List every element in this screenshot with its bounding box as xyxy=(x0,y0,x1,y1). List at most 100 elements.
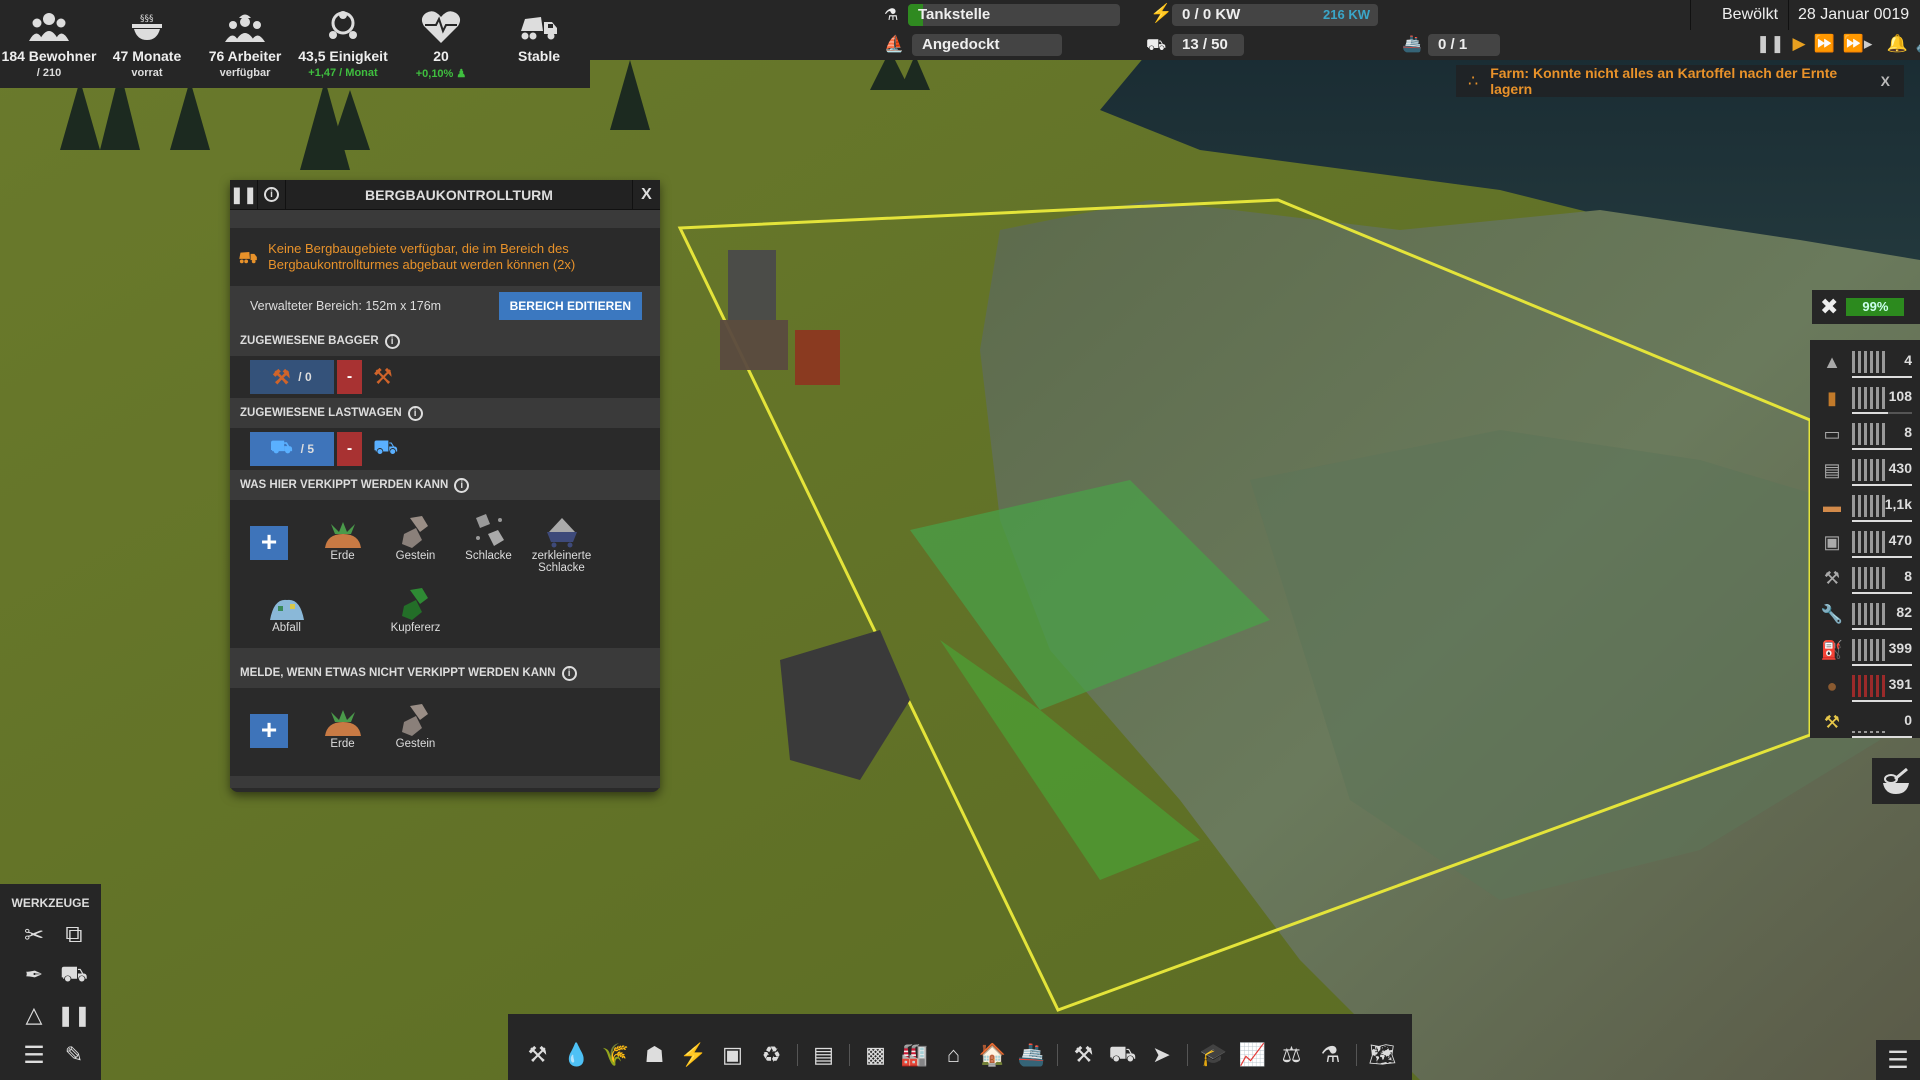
resource-item[interactable]: 🔧 82 xyxy=(1810,596,1920,632)
mining-tower-panel: ❚❚ i BERGBAUKONTROLLTURM X Keine Bergbau… xyxy=(230,179,660,792)
pause-select-icon[interactable]: ❚❚ xyxy=(54,998,94,1032)
policies-scale-icon[interactable]: ⚖ xyxy=(1272,1036,1311,1074)
stat-transport[interactable]: Stable xyxy=(490,0,588,88)
info-icon[interactable]: i xyxy=(384,333,400,349)
pouring-icon[interactable]: ☗ xyxy=(635,1036,674,1074)
info-button[interactable]: i xyxy=(258,179,286,210)
excavator-count-button[interactable]: ⚒ / 0 xyxy=(250,360,334,394)
fast-forward-icon[interactable]: ⏩ xyxy=(1814,34,1835,54)
map-icon[interactable]: 🗺 xyxy=(1363,1036,1402,1074)
storage-icon[interactable]: ▩ xyxy=(856,1036,895,1074)
stat-workers[interactable]: 76 Arbeiter verfügbar xyxy=(196,0,294,88)
add-truck-icon[interactable]: ⛟ xyxy=(373,437,398,462)
factory-icon[interactable]: 🏭 xyxy=(895,1036,934,1074)
product-slag[interactable]: Schlacke xyxy=(452,512,525,574)
power-status[interactable]: 0 / 0 KW 216 KW xyxy=(1172,4,1378,26)
cooking-bowl-button[interactable] xyxy=(1872,758,1920,804)
resource-item[interactable]: ▬ 1,1k xyxy=(1810,488,1920,524)
health-change: +0,10% xyxy=(415,68,454,80)
layers-icon[interactable]: ☰ xyxy=(14,1038,54,1072)
truck-count: / 5 xyxy=(300,442,314,456)
resource-item[interactable]: ▮ 108 xyxy=(1810,380,1920,416)
garage-icon[interactable]: ⌂ xyxy=(934,1036,973,1074)
truck-count[interactable]: 13 / 50 xyxy=(1172,34,1244,56)
product-dirt[interactable]: Erde xyxy=(306,512,379,574)
fastest-forward-icon[interactable]: ⏩▸ xyxy=(1843,34,1873,54)
resource-item[interactable]: ⚒ 8 xyxy=(1810,560,1920,596)
info-icon[interactable]: i xyxy=(454,477,470,493)
food-bowl-icon: §§§ xyxy=(130,12,164,42)
stat-unity[interactable]: 43,5 Einigkeit +1,47 / Monat xyxy=(294,0,392,88)
recycling-icon[interactable]: ♻ xyxy=(752,1036,791,1074)
add-dump-product-button[interactable]: + xyxy=(250,526,288,560)
oil-barrel-icon[interactable]: ▣ xyxy=(713,1036,752,1074)
panel-close-button[interactable]: X xyxy=(632,179,660,210)
play-icon[interactable]: ▶ xyxy=(1793,34,1806,54)
pause-icon[interactable]: ❚❚ xyxy=(1756,34,1785,54)
section-title: ZUGEWIESENE LASTWAGEN xyxy=(240,407,402,419)
ship-count[interactable]: 0 / 1 xyxy=(1428,34,1500,56)
ship-status[interactable]: Angedockt xyxy=(912,34,1062,56)
mining-icon[interactable]: ⚒ xyxy=(518,1036,557,1074)
add-excavator-icon[interactable]: ⚒ xyxy=(373,364,393,390)
cut-selection-icon[interactable]: ✂ xyxy=(14,918,54,952)
info-icon[interactable]: i xyxy=(561,665,577,681)
product-copper-ore[interactable]: Kupfererz xyxy=(379,584,452,634)
bulldozer-icon[interactable]: ⛟ xyxy=(54,958,94,992)
info-icon[interactable]: i xyxy=(407,405,423,421)
resource-item[interactable]: ▲ 4 xyxy=(1810,344,1920,380)
product-crushed-slag[interactable]: zerkleinerte Schlacke xyxy=(525,512,598,574)
housing-icon[interactable]: 🏠 xyxy=(973,1036,1012,1074)
resource-level-bar xyxy=(1852,664,1912,666)
product-rock[interactable]: Gestein xyxy=(379,512,452,574)
pause-building-button[interactable]: ❚❚ xyxy=(230,179,258,210)
main-menu-button[interactable]: ☰ xyxy=(1876,1040,1920,1080)
remove-truck-button[interactable]: - xyxy=(337,432,362,466)
power-icon[interactable]: ⚡ xyxy=(674,1036,713,1074)
health-heart-icon xyxy=(421,11,461,43)
resource-level-bar xyxy=(1852,700,1912,702)
excavator-build-icon[interactable]: ⚒ xyxy=(1064,1036,1103,1074)
statistics-icon[interactable]: 📈 xyxy=(1233,1036,1272,1074)
resource-item[interactable]: ▭ 8 xyxy=(1810,416,1920,452)
maintenance-status[interactable]: ✖ 99% xyxy=(1812,290,1920,324)
resource-item[interactable]: ▣ 470 xyxy=(1810,524,1920,560)
research-progress[interactable]: Tankstelle xyxy=(908,4,1120,26)
ship-build-icon[interactable]: 🚢 xyxy=(1012,1036,1051,1074)
section-trucks: ZUGEWIESENE LASTWAGEN i xyxy=(230,398,660,428)
sound-icon[interactable]: 🔈 xyxy=(1916,34,1920,54)
product-rock[interactable]: Gestein xyxy=(379,700,452,750)
stat-food[interactable]: §§§ 47 Monate vorrat xyxy=(98,0,196,88)
section-dump-products: WAS HIER VERKIPPT WERDEN KANN i xyxy=(230,470,660,500)
truck-count-button[interactable]: ⛟ / 5 xyxy=(250,432,334,466)
rock-icon xyxy=(400,512,432,548)
resource-level-bar xyxy=(1852,556,1912,558)
farming-icon[interactable]: 🌾 xyxy=(596,1036,635,1074)
truck-count-label: 13 / 50 xyxy=(1182,36,1228,53)
remove-excavator-button[interactable]: - xyxy=(337,360,362,394)
product-waste[interactable]: Abfall xyxy=(250,584,323,634)
notification-toast[interactable]: ∴ Farm: Konnte nicht alles an Kartoffel … xyxy=(1456,65,1904,97)
product-dirt[interactable]: Erde xyxy=(306,700,379,750)
eyedropper-icon[interactable]: ✒ xyxy=(14,958,54,992)
rocket-icon[interactable]: ➤ xyxy=(1142,1036,1181,1074)
resource-item[interactable]: ● 391 xyxy=(1810,668,1920,704)
education-icon[interactable]: 🎓 xyxy=(1194,1036,1233,1074)
conveyor-icon[interactable]: ▤ xyxy=(804,1036,843,1074)
add-notify-product-button[interactable]: + xyxy=(250,714,288,748)
panel-header: ❚❚ i BERGBAUKONTROLLTURM X xyxy=(230,179,660,210)
resource-item[interactable]: ⚒ 0 xyxy=(1810,704,1920,740)
stat-health[interactable]: 20 +0,10% ♟ xyxy=(392,0,490,88)
edit-area-button[interactable]: BEREICH EDITIEREN xyxy=(498,292,642,320)
copy-icon[interactable]: ⧉ xyxy=(54,918,94,952)
resource-item[interactable]: ⛽ 399 xyxy=(1810,632,1920,668)
research-flask-icon[interactable]: ⚗ xyxy=(1311,1036,1350,1074)
unity-select-icon[interactable]: △ xyxy=(14,998,54,1032)
notification-close-button[interactable]: X xyxy=(1881,73,1890,89)
stat-population[interactable]: 184 Bewohner / 210 xyxy=(0,0,98,88)
resource-item[interactable]: ▤ 430 xyxy=(1810,452,1920,488)
notification-bell-icon[interactable]: 🔔 xyxy=(1886,34,1907,54)
water-icon[interactable]: 💧 xyxy=(557,1036,596,1074)
edit-icon[interactable]: ✎ xyxy=(54,1038,94,1072)
dump-truck-build-icon[interactable]: ⛟ xyxy=(1103,1036,1142,1074)
